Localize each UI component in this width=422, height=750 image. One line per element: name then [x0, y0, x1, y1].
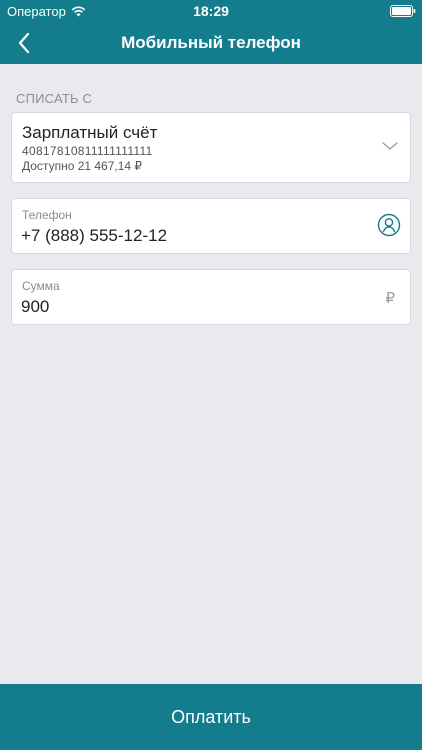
status-time: 18:29	[193, 3, 229, 19]
account-selector[interactable]: Зарплатный счёт 40817810811111111111 Дос…	[11, 112, 411, 183]
header: Оператор 18:29 Мобильный телефон	[0, 0, 422, 64]
phone-field: Телефон	[11, 198, 411, 254]
battery-icon	[390, 5, 416, 17]
chevron-down-icon	[382, 142, 398, 150]
contact-person-icon[interactable]	[377, 213, 401, 237]
nav-bar: Мобильный телефон	[0, 22, 422, 64]
page-title: Мобильный телефон	[121, 33, 301, 52]
debit-from-label: СПИСАТЬ С	[16, 91, 93, 106]
account-available-balance: Доступно 21 467,14 ₽	[22, 159, 143, 173]
ruble-sign: ₽	[385, 290, 395, 307]
account-number: 40817810811111111111	[22, 144, 153, 158]
sum-input[interactable]	[21, 297, 361, 317]
phone-input[interactable]	[21, 226, 361, 246]
status-bar: Оператор 18:29	[0, 0, 422, 22]
sum-field: Сумма ₽	[11, 269, 411, 325]
phone-label: Телефон	[22, 208, 72, 222]
account-name: Зарплатный счёт	[22, 123, 158, 142]
sum-label: Сумма	[22, 279, 60, 293]
pay-button[interactable]: Оплатить	[0, 684, 422, 750]
